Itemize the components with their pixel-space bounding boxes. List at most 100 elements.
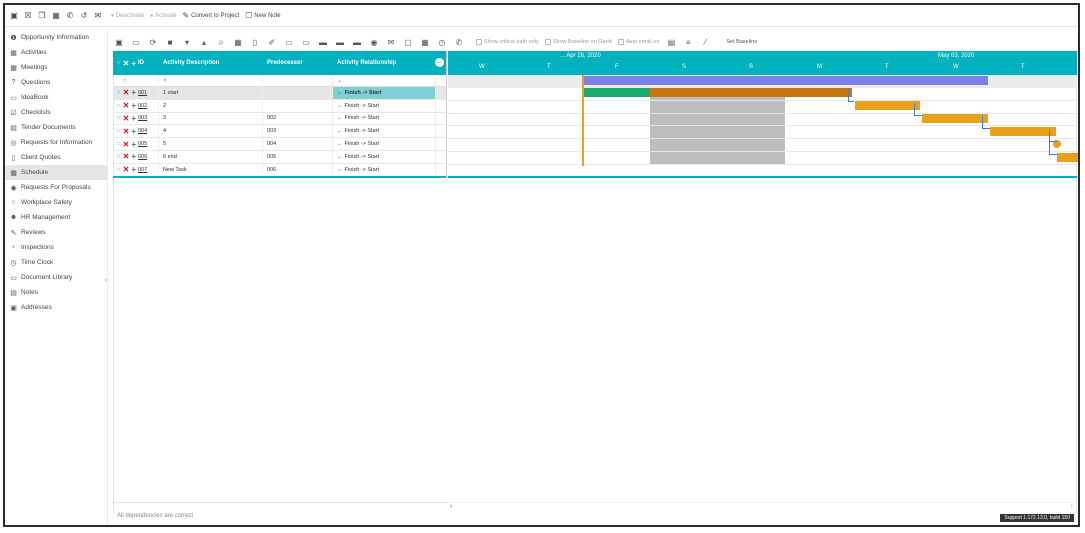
delete-all-icon[interactable]: ✕ (123, 59, 130, 68)
new-note-button[interactable]: ☐ New Note (245, 11, 281, 20)
progress-bar[interactable] (584, 88, 650, 97)
task-bar[interactable] (855, 101, 920, 110)
save-icon[interactable]: ▣ (9, 11, 19, 21)
delete-icon[interactable]: ✕ (123, 114, 130, 123)
relationship-cell[interactable]: ⌄ Finish -> Start (333, 138, 436, 150)
phone-icon[interactable]: ✆ (65, 11, 75, 21)
convert-to-project-button[interactable]: ✎ Convert to Project (182, 11, 239, 20)
table-row[interactable]: ○ ✕ +004 4 003 ⌄ Finish -> Start (113, 125, 446, 139)
header-description[interactable]: Activity Description (159, 60, 263, 66)
relationship-cell[interactable]: ⌄ Finish -> Start (333, 150, 436, 163)
activity-id-link[interactable]: 005 (138, 141, 147, 147)
relationship-cell[interactable]: ⌄ Finish -> Start (333, 125, 436, 138)
activity-id-link[interactable]: 006 (138, 154, 147, 160)
circle-icon[interactable]: ○ (117, 154, 121, 160)
activity-description-cell[interactable]: 5 (159, 138, 263, 150)
sidebar-item[interactable]: ◷ Time Clock (5, 255, 107, 270)
refresh-icon[interactable]: ⟳ (147, 38, 159, 47)
chevron-down-icon[interactable]: ▾ (181, 38, 193, 47)
save-icon[interactable]: ▣ (113, 38, 125, 47)
table-icon[interactable]: ▦ (232, 38, 244, 47)
header-predecessor[interactable]: Predecessor (263, 60, 333, 66)
clock-icon[interactable]: ◷ (436, 38, 448, 47)
circle-icon[interactable]: ○ (117, 167, 121, 173)
table-row[interactable]: ○ ✕ +005 5 004 ⌄ Finish -> Start (113, 138, 446, 151)
envelope-icon[interactable]: ✉ (385, 38, 397, 47)
relationship-cell[interactable]: ⌄ Finish -> Start (333, 112, 436, 125)
bar-filled-icon[interactable]: ▬ (317, 38, 329, 47)
horizontal-scrollbar[interactable]: ‹ › (448, 502, 1077, 512)
table-row[interactable]: ○ ✕ +002 2 ⌄ Finish -> Start (113, 99, 446, 113)
activity-id-link[interactable]: 007 (138, 167, 147, 173)
table-row[interactable]: ○ ✕ +001 1 start ⌄ Finish -> Start (113, 87, 446, 100)
add-icon[interactable]: + (131, 59, 136, 68)
task-bar[interactable] (650, 88, 852, 97)
eraser-icon[interactable]: ✐ (266, 38, 278, 47)
excel-icon[interactable]: ☒ (23, 11, 33, 21)
sidebar-item[interactable]: ▦ Meetings (5, 60, 107, 75)
align-icon[interactable]: ≡ (682, 38, 694, 47)
open-folder-icon[interactable]: ▭ (130, 38, 142, 47)
relationship-cell[interactable]: ⌄ Finish -> Start (333, 99, 436, 112)
circle-icon[interactable]: ○ (117, 103, 121, 109)
history-icon[interactable]: ↺ (79, 11, 89, 21)
scroll-right-icon[interactable]: › (1071, 503, 1073, 510)
sidebar-item[interactable]: ▦ Schedule (5, 165, 107, 180)
summary-bar[interactable] (584, 76, 988, 85)
activity-description-cell[interactable]: 4 (159, 125, 263, 138)
delete-icon[interactable]: ✕ (123, 140, 130, 149)
predecessor-cell[interactable] (263, 99, 333, 112)
sidebar-item[interactable]: ◎ Requests for Information (5, 135, 107, 150)
delete-icon[interactable]: ✕ (123, 152, 130, 161)
circle-icon[interactable]: ○ (117, 128, 121, 134)
keyboard-icon[interactable]: ▤ (665, 38, 677, 47)
eye-icon[interactable]: ◉ (368, 38, 380, 47)
predecessor-cell[interactable]: 006 (263, 163, 333, 176)
predecessor-cell[interactable]: 002 (263, 112, 333, 125)
set-baseline-button[interactable]: Set Baseline (726, 39, 757, 45)
sidebar-item[interactable]: ▤ Tender Documents (5, 120, 107, 135)
sidebar-item[interactable]: ▣ Addresses (5, 300, 107, 315)
filter-description[interactable]: × (159, 75, 263, 86)
circle-icon[interactable]: ○ (117, 60, 121, 66)
save-disk-icon[interactable]: ■ (164, 38, 176, 47)
scroll-left-icon[interactable]: ‹ (450, 503, 452, 510)
header-relationship[interactable]: Activity Relationship (333, 60, 436, 66)
circle-icon[interactable]: ○ (117, 115, 121, 121)
window-icon[interactable]: ▢ (402, 38, 414, 47)
sidebar-item[interactable]: ✎ Reviews (5, 225, 107, 240)
relationship-cell[interactable]: ⌄ Finish -> Start (333, 87, 436, 99)
activity-id-link[interactable]: 002 (138, 103, 147, 109)
task-bar[interactable] (1057, 153, 1078, 162)
task-bar[interactable] (990, 127, 1056, 136)
sidebar-item[interactable]: ▤ Notes (5, 285, 107, 300)
add-icon[interactable]: + (131, 165, 136, 174)
bar-outline-icon[interactable]: ▭ (283, 38, 295, 47)
clear-filter-icon[interactable]: × (163, 78, 167, 84)
sidebar-item[interactable]: ◉ Requests For Proposals (5, 180, 107, 195)
predecessor-cell[interactable] (263, 87, 333, 99)
phone-icon[interactable]: ✆ (453, 38, 465, 47)
add-icon[interactable]: + (131, 127, 136, 136)
bar-icon[interactable]: ▭ (300, 38, 312, 47)
predecessor-cell[interactable]: 003 (263, 125, 333, 138)
delete-icon[interactable]: ✕ (123, 101, 130, 110)
sidebar-item[interactable]: ? Questions (5, 75, 107, 90)
table-row[interactable]: ○ ✕ +003 3 002 ⌄ Finish -> Start (113, 112, 446, 126)
sidebar-item[interactable]: ❶ Opportunity Information (5, 30, 107, 45)
activity-id-link[interactable]: 004 (138, 128, 147, 134)
add-icon[interactable]: + (131, 101, 136, 110)
delete-icon[interactable]: ✕ (123, 165, 130, 174)
add-icon[interactable]: + (131, 152, 136, 161)
search-icon[interactable]: ⌕ (215, 37, 227, 48)
predecessor-cell[interactable]: 005 (263, 150, 333, 163)
table-row[interactable]: ○ ✕ +007 New Task 006 ⌄ Finish -> Start (113, 163, 446, 177)
filter-relationship[interactable]: ⌄ (333, 75, 436, 86)
activity-description-cell[interactable]: New Task (159, 163, 263, 176)
delete-icon[interactable]: ✕ (123, 88, 130, 97)
activate-button[interactable]: ▪ Activate (150, 11, 176, 20)
calendar-icon[interactable]: ▦ (51, 11, 61, 21)
sidebar-item[interactable]: ○ Workplace Safety (5, 195, 107, 210)
activity-id-link[interactable]: 001 (138, 90, 147, 96)
circle-icon[interactable]: ○ (117, 90, 121, 96)
